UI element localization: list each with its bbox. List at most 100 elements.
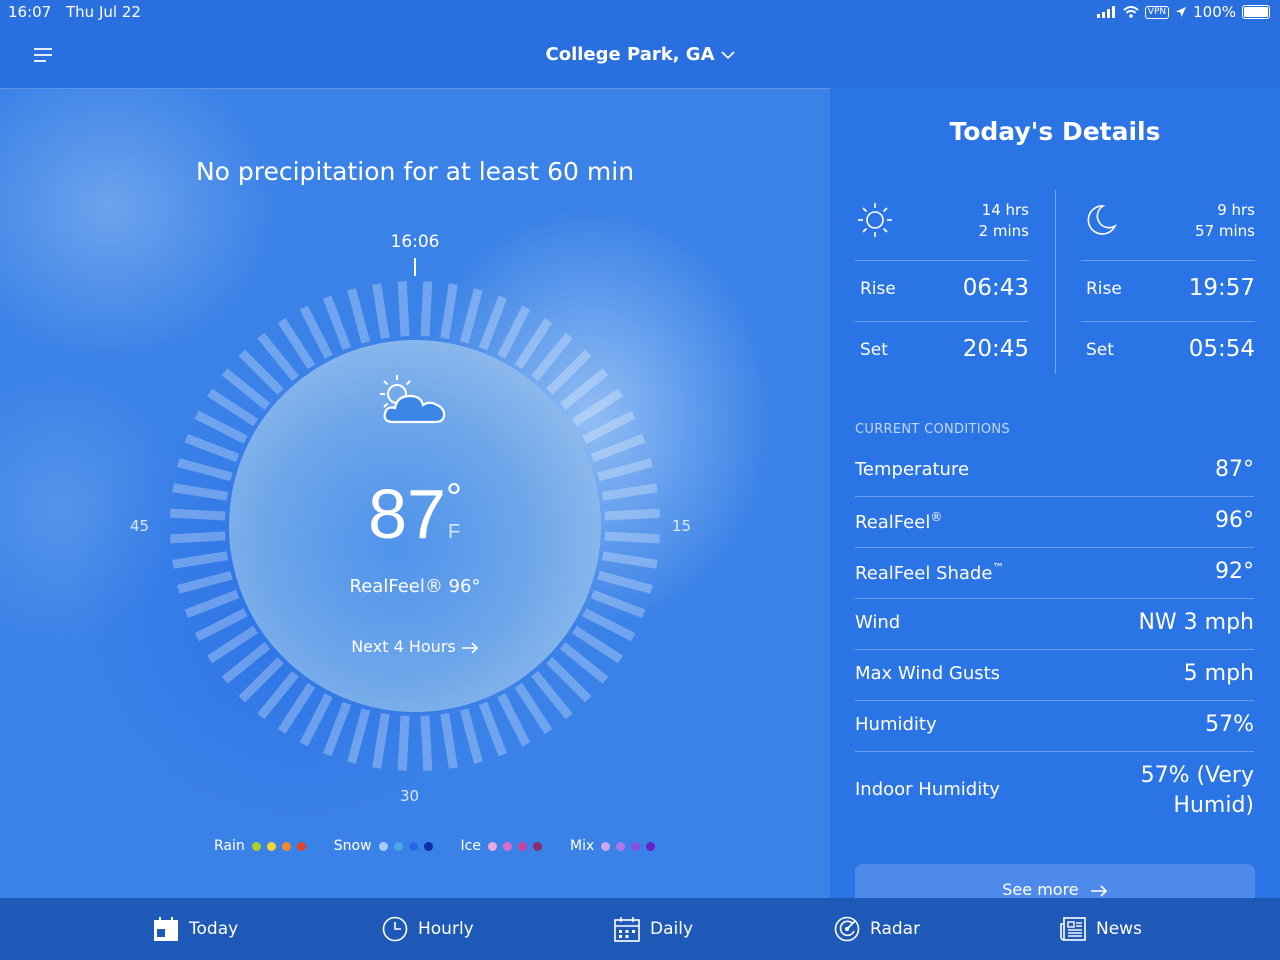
temperature-unit: F: [448, 521, 461, 543]
tab-news-label: News: [1096, 919, 1142, 939]
dial-tick: [372, 283, 390, 340]
dial-tick: [597, 458, 653, 482]
legend-dot: [408, 841, 418, 851]
legend-dot: [266, 841, 276, 851]
location-name: College Park, GA: [545, 44, 715, 65]
dial-tick: [582, 410, 636, 444]
dial-tick: [459, 288, 483, 344]
current-temperature: 87° F: [300, 472, 530, 556]
dial-tick: [172, 483, 229, 501]
tab-daily-label: Daily: [650, 919, 694, 939]
tab-today-label: Today: [189, 919, 239, 939]
sunrise-row: Rise 06:43: [855, 260, 1029, 321]
precipitation-legend: Rain Snow Ice Mix: [214, 838, 683, 854]
column-divider: [1055, 190, 1056, 374]
sun-column: 14 hrs 2 mins Rise 06:43 Set 20:45: [855, 188, 1029, 382]
status-time: 16:07: [8, 3, 52, 21]
humidity-label: Humidity: [855, 714, 937, 735]
details-title: Today's Details: [949, 117, 1161, 146]
sunrise-time: 06:43: [962, 275, 1029, 301]
legend-group-mix: Mix: [570, 838, 661, 854]
see-more-label: See more: [1002, 880, 1079, 899]
moonrise-row: Rise 19:57: [1081, 260, 1255, 321]
realfeel-row: RealFeel® 96°: [855, 497, 1254, 548]
moonset-label: Set: [1086, 340, 1114, 360]
degree-symbol: °: [445, 476, 462, 520]
tab-radar-label: Radar: [870, 919, 921, 939]
dial-tick: [420, 715, 433, 771]
tab-hourly[interactable]: Hourly: [382, 898, 474, 960]
tab-news[interactable]: News: [1060, 898, 1142, 960]
chevron-down-icon: [720, 51, 735, 60]
vpn-badge: VPN: [1144, 5, 1170, 19]
location-selector[interactable]: College Park, GA: [0, 44, 1280, 65]
dial-tick: [478, 295, 508, 351]
trademark-mark: ™: [992, 561, 1005, 575]
dial-tick: [372, 712, 390, 769]
dial-mark-15: 15: [672, 517, 692, 535]
dial-tick: [597, 570, 653, 594]
sunset-time: 20:45: [962, 336, 1029, 362]
dial-tick: [170, 508, 226, 521]
dial-tick: [347, 708, 371, 764]
wind-gusts-label: Max Wind Gusts: [855, 663, 1001, 684]
legend-dot: [393, 841, 403, 851]
legend-dot: [281, 841, 291, 851]
dial-tick: [497, 305, 531, 359]
calendar-icon: [614, 917, 640, 942]
dial-tick: [177, 570, 233, 594]
temperature-label: Temperature: [855, 459, 970, 480]
dial-tick: [299, 305, 333, 359]
legend-label: Mix: [570, 838, 595, 854]
temperature-reading: 87°: [1215, 457, 1254, 482]
indoor-humidity-value: 57% (Very Humid): [1140, 763, 1254, 818]
moon-column: 9 hrs 57 mins Rise 19:57 Set 05:54: [1081, 188, 1255, 382]
indoor-humidity-label: Indoor Humidity: [855, 779, 1000, 800]
clock-icon: [382, 916, 408, 942]
partly-sunny-icon: [380, 375, 446, 424]
daylight-duration: 14 hrs 2 mins: [979, 200, 1029, 242]
status-date: Thu Jul 22: [66, 3, 141, 21]
legend-label: Rain: [214, 838, 245, 854]
cellular-signal-icon: [1096, 6, 1115, 18]
dial-tick: [497, 693, 531, 747]
tab-today[interactable]: Today: [153, 898, 238, 960]
sunset-label: Set: [860, 340, 888, 360]
current-time-label: 16:06: [390, 232, 440, 252]
legend-dot: [601, 841, 611, 851]
dial-tick: [440, 712, 458, 769]
humidity-value: 57%: [1205, 712, 1254, 737]
dial-tick: [604, 508, 660, 521]
dial-tick: [604, 531, 660, 544]
legend-dot: [631, 841, 641, 851]
tab-daily[interactable]: Daily: [614, 898, 693, 960]
wifi-icon: [1123, 6, 1139, 18]
legend-group-ice: Ice: [461, 838, 548, 854]
dial-tick: [184, 589, 240, 619]
dial-tick: [601, 551, 658, 569]
status-bar: 16:07 Thu Jul 22 VPN 100%: [0, 0, 1280, 24]
temperature-value: 87: [368, 475, 446, 553]
current-conditions-label: CURRENT CONDITIONS: [855, 422, 1010, 437]
dial-tick: [194, 608, 248, 642]
dial-mark-45: 45: [130, 517, 150, 535]
news-icon: [1060, 917, 1086, 941]
tab-radar[interactable]: Radar: [834, 898, 920, 960]
next-hours-link[interactable]: Next 4 Hours: [330, 637, 500, 656]
calendar-today-icon: [154, 917, 178, 941]
current-conditions-list: Temperature 87° RealFeel® 96° RealFeel S…: [855, 446, 1254, 822]
realfeel-shade-row: RealFeel Shade™ 92°: [855, 548, 1254, 599]
battery-percent: 100%: [1193, 3, 1236, 21]
arrow-right-icon: [1090, 884, 1107, 897]
legend-dot: [533, 841, 542, 851]
legend-label: Snow: [333, 838, 372, 854]
sunrise-label: Rise: [860, 279, 896, 299]
tab-hourly-label: Hourly: [418, 919, 474, 939]
realfeel-value: 96°: [1215, 508, 1254, 533]
moonset-row: Set 05:54: [1081, 321, 1255, 382]
dial-tick: [601, 483, 658, 501]
legend-group-rain: Rain: [214, 838, 312, 854]
moon-duration: 9 hrs 57 mins: [1195, 200, 1255, 242]
moonrise-time: 19:57: [1188, 275, 1255, 301]
realfeel-shade-label: RealFeel Shade™: [855, 561, 1005, 584]
